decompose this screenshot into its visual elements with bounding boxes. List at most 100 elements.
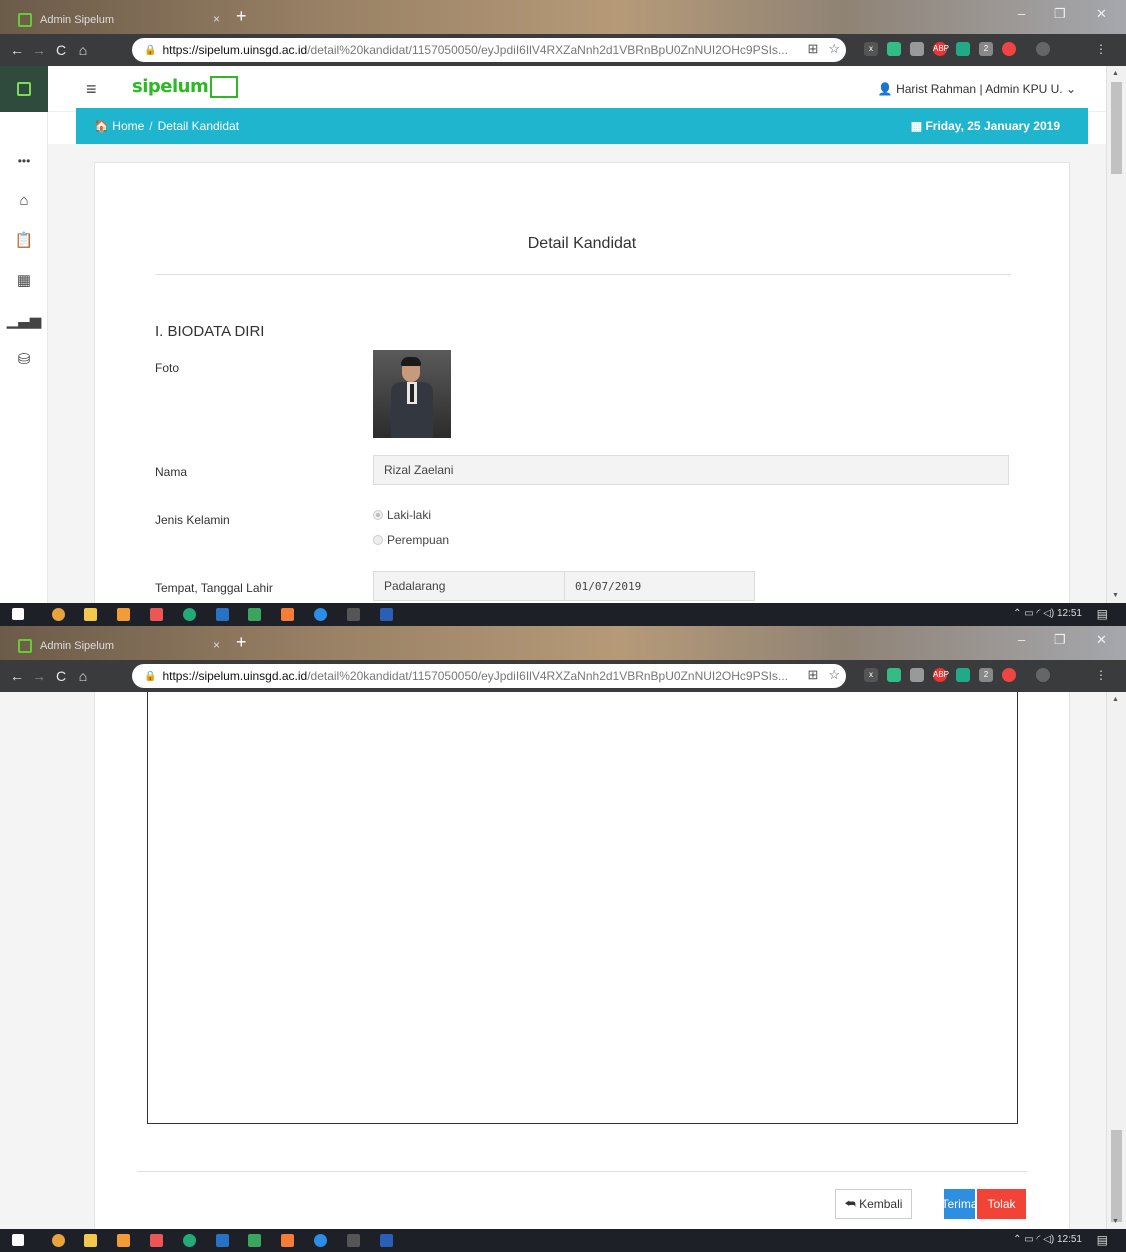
photoshop-icon[interactable]	[216, 608, 229, 621]
tempat-lahir-field[interactable]: Padalarang	[373, 571, 565, 601]
app-icon[interactable]	[183, 1234, 196, 1247]
app-icon[interactable]	[150, 1234, 163, 1247]
terminal-icon[interactable]	[347, 608, 360, 621]
scroll-up-icon[interactable]: ▲	[1112, 70, 1119, 77]
sublime-icon[interactable]	[117, 1234, 130, 1247]
home-icon[interactable]: ⌂	[0, 192, 48, 209]
extension-icon[interactable]	[1002, 42, 1016, 56]
kembali-button[interactable]: ⮪ Kembali	[835, 1189, 912, 1219]
forward-arrow-icon[interactable]: →	[28, 42, 50, 58]
windows-start-icon[interactable]	[12, 608, 24, 620]
extension-icon[interactable]	[887, 668, 901, 682]
minimize-icon[interactable]: –	[1018, 6, 1025, 21]
notification-icon[interactable]: ▤	[1097, 607, 1108, 621]
chrome-icon[interactable]	[52, 608, 65, 621]
url-input[interactable]: 🔒 https://sipelum.uinsgd.ac.id/detail%20…	[132, 664, 846, 688]
menu-kebab-icon[interactable]: ⋮	[1094, 42, 1108, 56]
clipboard-icon[interactable]: 📋	[0, 231, 48, 249]
bell-icon[interactable]	[910, 42, 924, 56]
back-arrow-icon[interactable]: ←	[6, 668, 28, 684]
app-icon[interactable]	[248, 1234, 261, 1247]
hamburger-menu-icon[interactable]: ≡	[86, 79, 97, 100]
profile-icon[interactable]	[1036, 668, 1050, 682]
extension-icon[interactable]: 2	[979, 42, 993, 56]
chrome-icon[interactable]	[52, 1234, 65, 1247]
translate-icon[interactable]: ⊞	[807, 667, 818, 683]
minimize-icon[interactable]: –	[1018, 632, 1025, 647]
folder-icon[interactable]	[84, 1234, 97, 1247]
user-menu[interactable]: 👤 Harist Rahman | Admin KPU U. ⌄	[878, 82, 1076, 96]
extension-icon[interactable]: 2	[979, 668, 993, 682]
url-input[interactable]: 🔒 https://sipelum.uinsgd.ac.id/detail%20…	[132, 38, 846, 62]
home-browser-icon[interactable]: ⌂	[72, 668, 94, 684]
sublime-icon[interactable]	[117, 608, 130, 621]
extension-icon[interactable]	[1002, 668, 1016, 682]
reload-icon[interactable]: C	[50, 42, 72, 58]
bell-icon[interactable]	[910, 668, 924, 682]
tab-close-icon[interactable]: ×	[213, 12, 220, 26]
drive-icon[interactable]	[956, 42, 970, 56]
terminal-icon[interactable]	[347, 1234, 360, 1247]
scrollbar[interactable]: ▲ ▼	[1106, 692, 1126, 1229]
extension-icon[interactable]: x	[864, 668, 878, 682]
browser-tab[interactable]: Admin Sipelum ×	[18, 6, 226, 34]
more-icon[interactable]: •••	[0, 154, 48, 168]
home-browser-icon[interactable]: ⌂	[72, 42, 94, 58]
reload-icon[interactable]: C	[50, 668, 72, 684]
restore-icon[interactable]: ❐	[1054, 6, 1066, 22]
system-tray[interactable]: ⌃ ▭ ◜ ◁) 12:51	[1013, 1234, 1082, 1245]
xampp-icon[interactable]	[281, 1234, 294, 1247]
app-icon[interactable]	[248, 608, 261, 621]
terima-button[interactable]: Terima	[942, 1189, 978, 1219]
tolak-button[interactable]: Tolak	[977, 1189, 1026, 1219]
nama-field[interactable]: Rizal Zaelani	[373, 455, 1009, 485]
notification-icon[interactable]: ▤	[1097, 1233, 1108, 1247]
word-icon[interactable]	[380, 1234, 393, 1247]
tanggal-lahir-field[interactable]: 01/07/2019	[564, 571, 755, 601]
scroll-up-icon[interactable]: ▲	[1112, 696, 1119, 703]
window-close-icon[interactable]: ✕	[1096, 6, 1107, 22]
brand-logo[interactable]: sipelum	[132, 76, 239, 98]
system-tray[interactable]: ⌃ ▭ ◜ ◁) 12:51	[1013, 608, 1082, 619]
scrollbar[interactable]: ▲ ▼	[1106, 66, 1126, 603]
chart-icon[interactable]: ▁▃▅	[0, 311, 48, 329]
scroll-down-icon[interactable]: ▼	[1112, 1218, 1119, 1225]
drive-icon[interactable]	[956, 668, 970, 682]
back-arrow-icon[interactable]: ←	[6, 42, 28, 58]
calendar-icon[interactable]: ▦	[0, 271, 48, 289]
folder-icon[interactable]	[84, 608, 97, 621]
profile-icon[interactable]	[1036, 42, 1050, 56]
adblock-icon[interactable]: ABP	[933, 668, 949, 682]
breadcrumb-home-link[interactable]: Home	[112, 119, 144, 133]
restore-icon[interactable]: ❐	[1054, 632, 1066, 648]
new-tab-button[interactable]: +	[236, 632, 247, 652]
adblock-icon[interactable]: ABP	[933, 42, 949, 56]
translate-icon[interactable]: ⊞	[807, 41, 818, 57]
bookmark-star-icon[interactable]: ☆	[828, 667, 840, 683]
gender-radio-perempuan[interactable]: Perempuan	[373, 533, 449, 547]
extension-icon[interactable]: x	[864, 42, 878, 56]
tab-close-icon[interactable]: ×	[213, 638, 220, 652]
extension-icon[interactable]	[887, 42, 901, 56]
xampp-icon[interactable]	[281, 608, 294, 621]
word-icon[interactable]	[380, 608, 393, 621]
window-close-icon[interactable]: ✕	[1096, 632, 1107, 648]
app-icon[interactable]	[150, 608, 163, 621]
new-tab-button[interactable]: +	[236, 6, 247, 26]
sipelum-favicon-icon	[18, 639, 32, 653]
photoshop-icon[interactable]	[216, 1234, 229, 1247]
gender-radio-laki[interactable]: Laki-laki	[373, 508, 431, 522]
scroll-down-icon[interactable]: ▼	[1112, 592, 1119, 599]
scrollbar-thumb[interactable]	[1111, 1130, 1122, 1222]
browser-tab[interactable]: Admin Sipelum ×	[18, 632, 226, 660]
edge-icon[interactable]	[314, 608, 327, 621]
scrollbar-thumb[interactable]	[1111, 82, 1122, 174]
app-icon[interactable]	[183, 608, 196, 621]
menu-kebab-icon[interactable]: ⋮	[1094, 668, 1108, 682]
document-viewer[interactable]	[147, 692, 1018, 1124]
database-icon[interactable]: ⛁	[0, 350, 48, 368]
bookmark-star-icon[interactable]: ☆	[828, 41, 840, 57]
forward-arrow-icon[interactable]: →	[28, 668, 50, 684]
edge-icon[interactable]	[314, 1234, 327, 1247]
windows-start-icon[interactable]	[12, 1234, 24, 1246]
